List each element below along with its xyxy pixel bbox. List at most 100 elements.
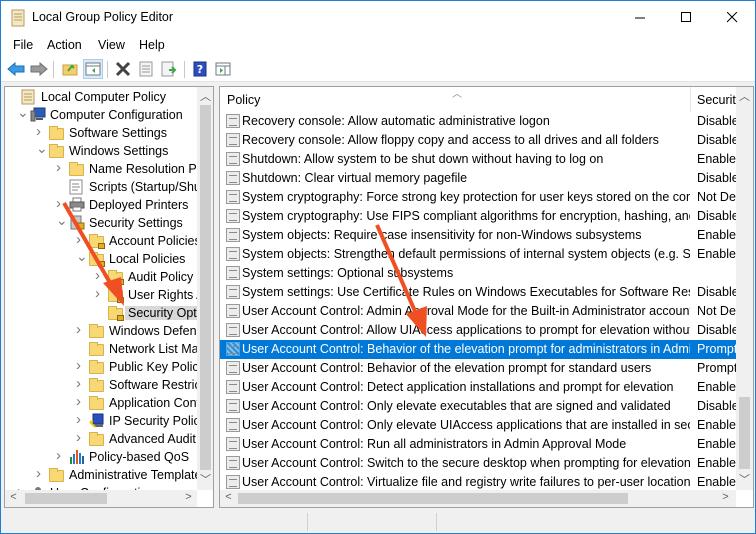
policy-row[interactable]: System objects: Require case insensitivi… <box>220 226 737 245</box>
policy-name: User Account Control: Run all administra… <box>242 437 627 451</box>
policy-row[interactable]: User Account Control: Only elevate UIAcc… <box>220 416 737 435</box>
security-settings-icon <box>69 215 85 230</box>
policy-name: Shutdown: Allow system to be shut down w… <box>242 152 604 166</box>
column-divider[interactable] <box>690 87 691 112</box>
tree-horizontal-scrollbar[interactable]: < > <box>5 490 197 507</box>
security-setting-value: Disabled <box>697 171 737 185</box>
security-setting-value: Not Defined <box>697 190 737 204</box>
scroll-down-icon[interactable]: ﹀ <box>197 471 213 487</box>
maximize-button[interactable] <box>663 1 709 34</box>
policy-row[interactable]: System settings: Optional subsystems <box>220 264 736 283</box>
chevron-right-icon[interactable]: › <box>76 321 86 338</box>
policy-row[interactable]: User Account Control: Behavior of the el… <box>220 340 737 359</box>
policy-setting-icon <box>226 342 240 356</box>
chevron-right-icon[interactable]: › <box>95 267 105 284</box>
menu-file[interactable]: File <box>13 38 33 52</box>
policy-row[interactable]: System objects: Strengthen default permi… <box>220 245 737 264</box>
export-list-button[interactable] <box>159 59 179 79</box>
chevron-right-icon[interactable]: › <box>56 159 66 176</box>
policy-setting-icon <box>226 475 240 489</box>
chevron-right-icon[interactable]: › <box>56 447 66 464</box>
chevron-right-icon[interactable]: › <box>36 123 46 140</box>
tree-horizontal-scroll-thumb[interactable] <box>25 493 107 504</box>
chevron-right-icon[interactable]: › <box>76 429 86 446</box>
policy-row[interactable]: Shutdown: Allow system to be shut down w… <box>220 150 737 169</box>
export-list-icon <box>161 61 177 77</box>
policy-row[interactable]: Recovery console: Allow automatic admini… <box>220 112 737 131</box>
svg-text:?: ? <box>197 63 203 76</box>
tree-item-label: Software Settings <box>69 126 167 140</box>
policy-row[interactable]: System cryptography: Use FIPS compliant … <box>220 207 737 226</box>
tree-vertical-scrollbar[interactable]: ︿ ﹀ <box>197 87 213 490</box>
policy-row[interactable]: User Account Control: Run all administra… <box>220 435 737 454</box>
folder-up-icon <box>62 64 78 76</box>
tree-vertical-scroll-thumb[interactable] <box>200 105 211 470</box>
minimize-button[interactable] <box>617 1 663 34</box>
policy-name: User Account Control: Detect application… <box>242 380 674 394</box>
list-vertical-scroll-thumb[interactable] <box>739 397 750 469</box>
computer-icon <box>30 107 46 122</box>
chevron-right-icon[interactable]: › <box>95 285 105 302</box>
scroll-left-icon[interactable]: < <box>220 491 237 503</box>
minimize-icon <box>634 17 645 19</box>
up-one-level-button[interactable] <box>60 59 80 79</box>
policy-setting-icon <box>226 228 240 242</box>
scroll-up-icon[interactable]: ︿ <box>736 88 753 104</box>
tree-item-label: Policy-based QoS <box>89 450 190 464</box>
tree-item-label: Windows Defend <box>109 324 204 338</box>
chevron-down-icon[interactable]: ⌄ <box>17 104 29 120</box>
chevron-right-icon[interactable]: › <box>76 411 86 428</box>
chevron-down-icon[interactable]: ⌄ <box>56 212 68 228</box>
policy-setting-icon <box>226 361 240 375</box>
chevron-down-icon[interactable]: ⌄ <box>36 140 48 156</box>
delete-button[interactable] <box>113 59 133 79</box>
list-header: ︿ Policy Security Setting <box>220 87 753 112</box>
qos-chart-icon <box>69 449 85 464</box>
list-vertical-scrollbar[interactable]: ︿ ﹀ <box>736 87 753 490</box>
folder-icon <box>49 144 64 158</box>
menu-help[interactable]: Help <box>139 38 165 52</box>
chevron-right-icon[interactable]: › <box>76 393 86 410</box>
scroll-up-icon[interactable]: ︿ <box>197 88 213 104</box>
scroll-down-icon[interactable]: ﹀ <box>736 471 753 487</box>
chevron-right-icon[interactable]: › <box>36 465 46 482</box>
policy-row[interactable]: User Account Control: Detect application… <box>220 378 737 397</box>
policy-row[interactable]: System cryptography: Force strong key pr… <box>220 188 737 207</box>
chevron-right-icon[interactable]: › <box>56 195 66 212</box>
help-button[interactable]: ? <box>190 59 210 79</box>
group-policy-editor-window: Local Group Policy Editor File Action Vi… <box>0 0 756 534</box>
policy-row[interactable]: User Account Control: Only elevate execu… <box>220 397 737 416</box>
properties-button[interactable] <box>136 59 156 79</box>
policy-row[interactable]: Shutdown: Clear virtual memory pagefile D… <box>220 169 737 188</box>
policy-row[interactable]: System settings: Use Certificate Rules o… <box>220 283 737 302</box>
policy-row[interactable]: User Account Control: Behavior of the el… <box>220 359 737 378</box>
column-header-policy[interactable]: Policy <box>227 93 260 107</box>
back-button[interactable] <box>6 59 26 79</box>
scroll-left-icon[interactable]: < <box>5 491 22 503</box>
show-hide-action-pane-button[interactable] <box>213 59 233 79</box>
menu-view[interactable]: View <box>98 38 125 52</box>
script-icon <box>69 179 85 195</box>
chevron-right-icon[interactable]: › <box>76 357 86 374</box>
menu-action[interactable]: Action <box>47 38 82 52</box>
scroll-right-icon[interactable]: > <box>180 491 197 503</box>
policy-row[interactable]: User Account Control: Switch to the secu… <box>220 454 737 473</box>
toolbar-separator <box>53 61 54 78</box>
list-horizontal-scrollbar[interactable]: < > <box>220 490 736 507</box>
security-setting-value: Disabled <box>697 133 737 147</box>
close-button[interactable] <box>709 1 755 34</box>
chevron-down-icon[interactable]: ⌄ <box>76 248 88 264</box>
forward-button[interactable] <box>29 59 49 79</box>
scroll-right-icon[interactable]: > <box>717 491 734 503</box>
list-horizontal-scroll-thumb[interactable] <box>238 493 628 504</box>
chevron-right-icon[interactable]: › <box>76 231 86 248</box>
policy-row[interactable]: User Account Control: Admin Approval Mod… <box>220 302 737 321</box>
tree-item-label: Account Policies <box>109 234 201 248</box>
show-hide-console-tree-button[interactable] <box>83 59 103 79</box>
ip-security-icon <box>89 413 105 428</box>
policy-setting-icon <box>226 456 240 470</box>
chevron-right-icon[interactable]: › <box>76 375 86 392</box>
tree-item-label: Software Restricti <box>109 378 207 392</box>
policy-row[interactable]: User Account Control: Allow UIAccess app… <box>220 321 737 340</box>
policy-row[interactable]: Recovery console: Allow floppy copy and … <box>220 131 737 150</box>
